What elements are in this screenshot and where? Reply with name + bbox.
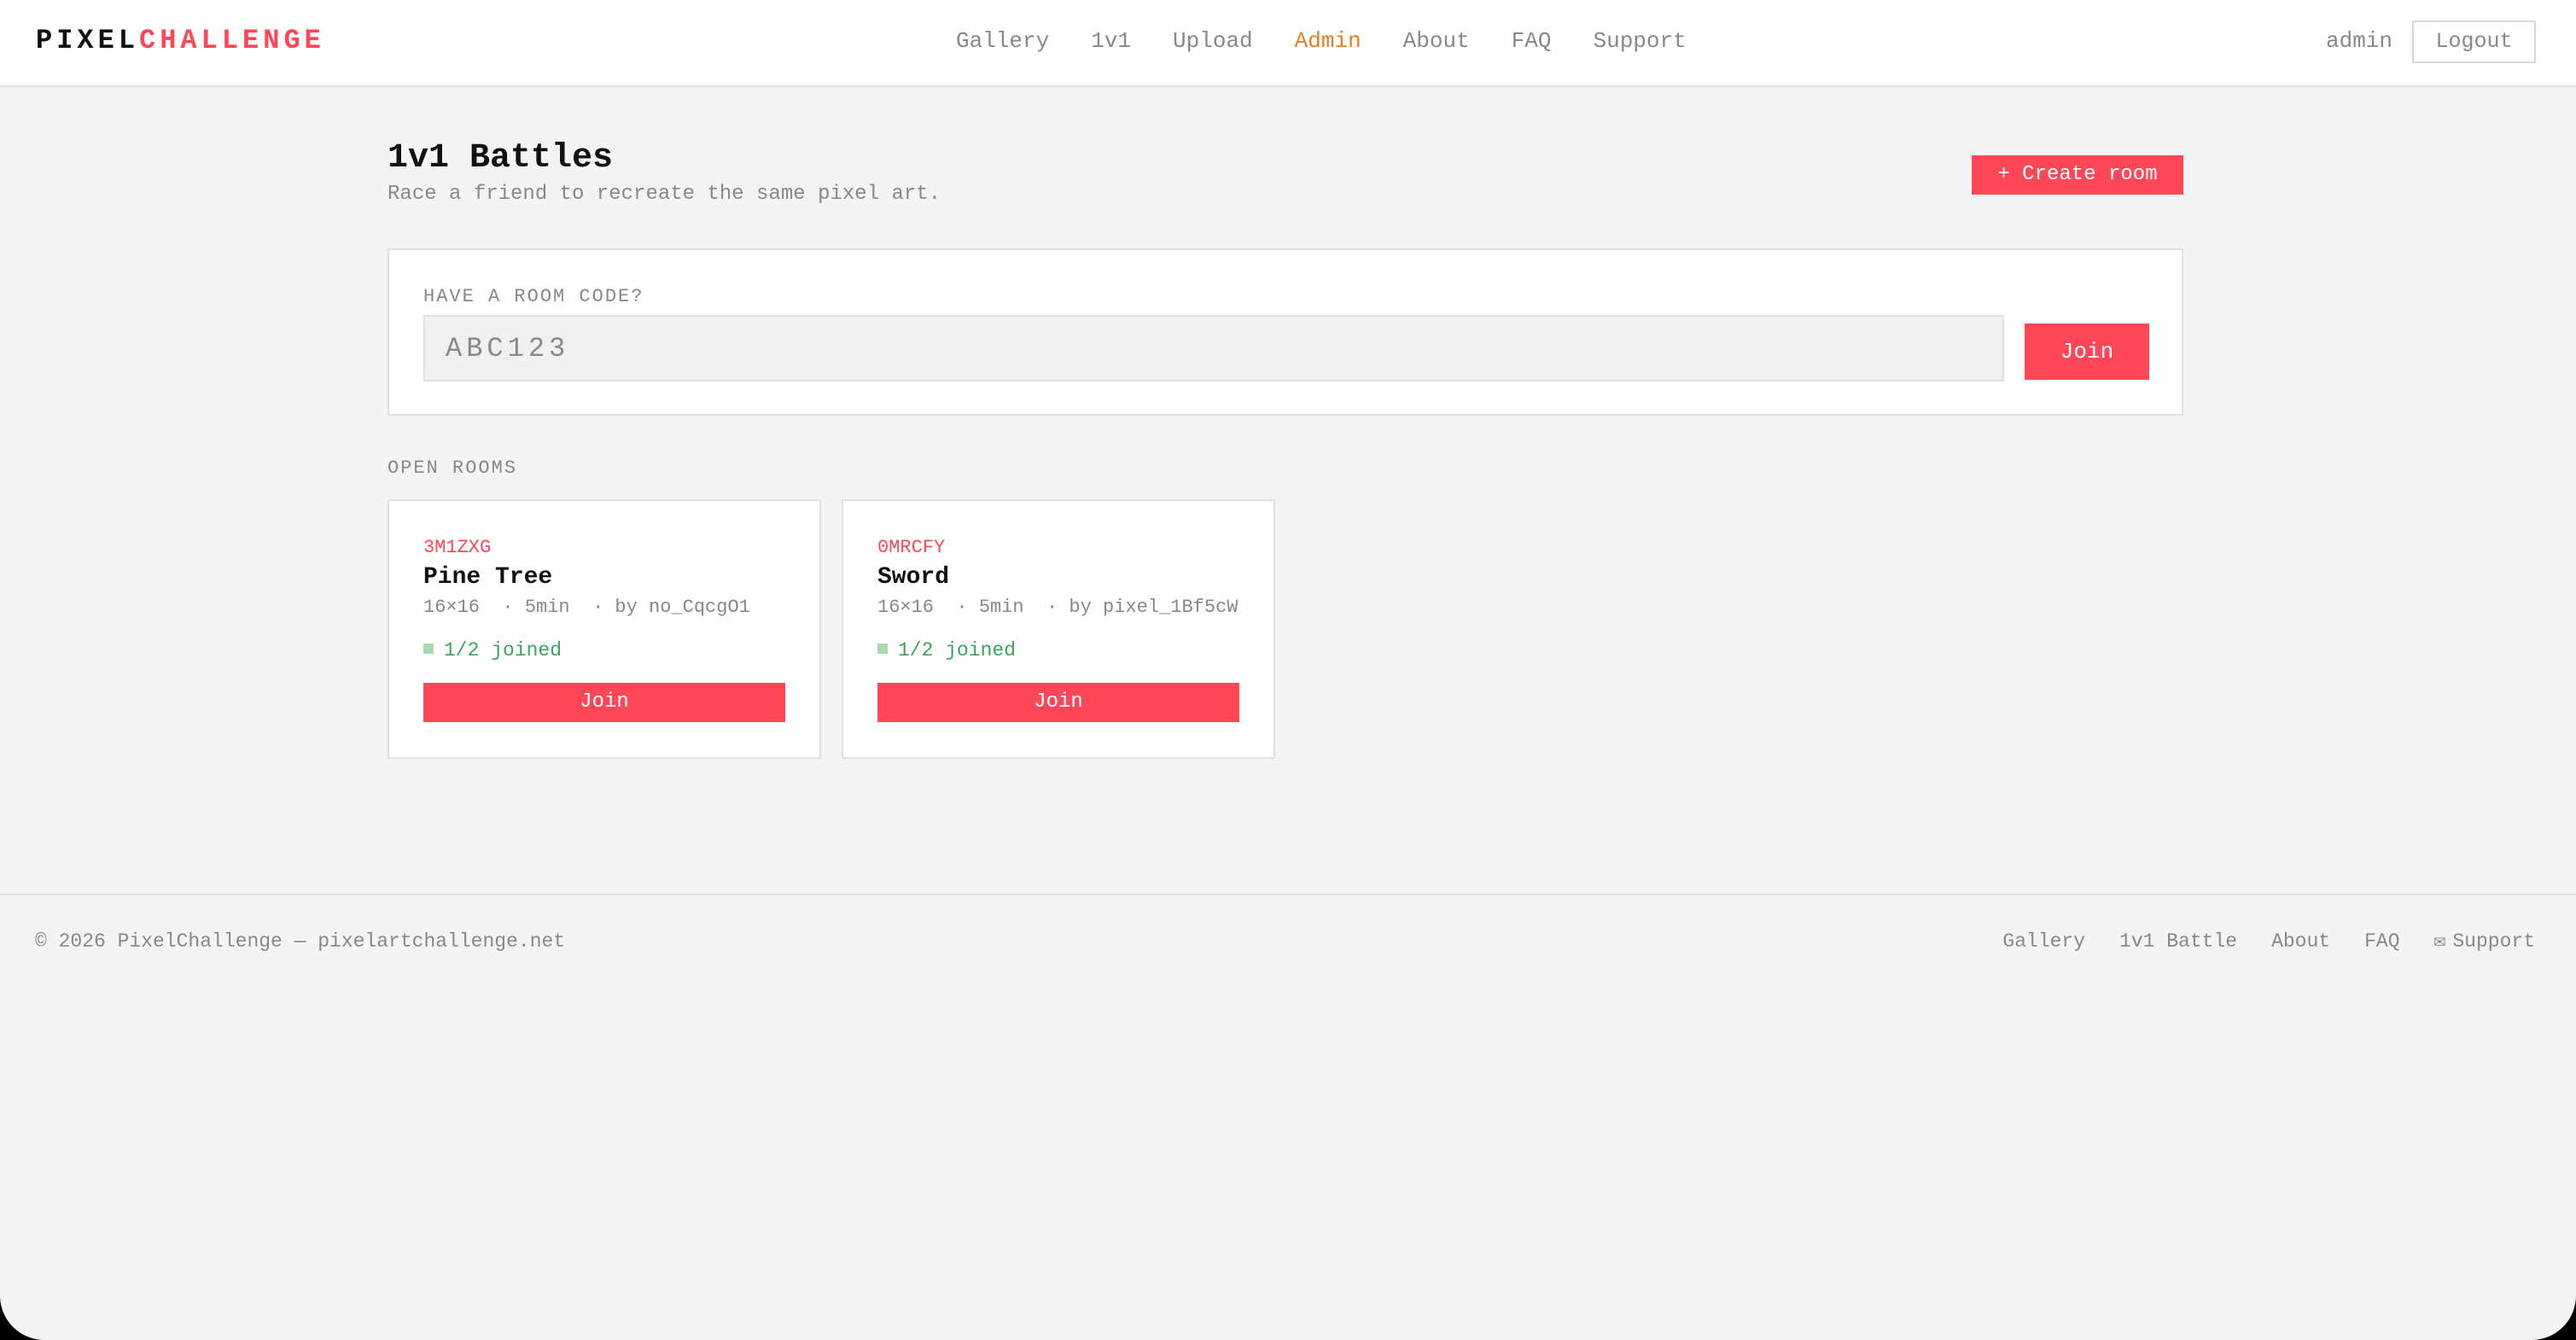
nav-faq[interactable]: FAQ xyxy=(1512,26,1552,56)
room-join-button[interactable]: Join xyxy=(877,683,1239,722)
room-code: 0MRCFY xyxy=(877,537,946,558)
app-window: PIXELCHALLENGE Gallery 1v1 Upload Admin … xyxy=(0,0,2576,1340)
top-navbar: PIXELCHALLENGE Gallery 1v1 Upload Admin … xyxy=(0,0,2576,87)
logo-text-pixel: PIXEL xyxy=(36,25,140,56)
room-status-text: 1/2 joined xyxy=(444,639,562,661)
room-meta: 16×16 · 5min · by no_CqcgO1 xyxy=(423,597,750,618)
status-dot-icon xyxy=(423,644,434,654)
main-nav: Gallery 1v1 Upload Admin About FAQ Suppo… xyxy=(956,26,1687,56)
footer-nav: Gallery 1v1 Battle About FAQ ✉ Support xyxy=(2002,929,2535,954)
room-code-join-button[interactable]: Join xyxy=(2025,323,2149,380)
room-code-panel: HAVE A ROOM CODE? Join xyxy=(388,248,2183,416)
footer-link-support-label: Support xyxy=(2452,930,2535,953)
open-rooms-heading: OPEN ROOMS xyxy=(388,457,518,479)
room-code-label: HAVE A ROOM CODE? xyxy=(423,286,644,307)
room-status: 1/2 joined xyxy=(423,638,562,663)
footer-copyright: © 2026 PixelChallenge — pixelartchalleng… xyxy=(35,930,566,953)
current-user: admin xyxy=(2326,28,2393,54)
nav-admin[interactable]: Admin xyxy=(1295,26,1361,56)
status-dot-icon xyxy=(877,644,888,654)
nav-about[interactable]: About xyxy=(1403,26,1470,56)
room-card: 0MRCFY Sword 16×16 · 5min · by pixel_1Bf… xyxy=(842,499,1275,759)
footer-link-1v1-battle[interactable]: 1v1 Battle xyxy=(2119,929,2237,954)
room-title: Pine Tree xyxy=(423,564,553,591)
room-card: 3M1ZXG Pine Tree 16×16 · 5min · by no_Cq… xyxy=(388,499,821,759)
mail-icon: ✉ xyxy=(2433,930,2446,953)
nav-upload[interactable]: Upload xyxy=(1173,26,1253,56)
logo-text-challenge: CHALLENGE xyxy=(139,25,325,56)
footer-divider xyxy=(0,894,2576,895)
page-subtitle: Race a friend to recreate the same pixel… xyxy=(388,183,941,206)
room-status: 1/2 joined xyxy=(877,638,1016,663)
footer-link-about[interactable]: About xyxy=(2271,929,2330,954)
footer-link-support[interactable]: ✉ Support xyxy=(2434,929,2535,954)
site-logo[interactable]: PIXELCHALLENGE xyxy=(36,24,325,58)
page-title: 1v1 Battles xyxy=(388,139,614,178)
nav-support[interactable]: Support xyxy=(1594,26,1687,56)
room-meta: 16×16 · 5min · by pixel_1Bf5cW xyxy=(877,597,1238,618)
footer-link-faq[interactable]: FAQ xyxy=(2364,929,2399,954)
room-code: 3M1ZXG xyxy=(423,537,492,558)
room-title: Sword xyxy=(877,564,950,591)
footer-link-gallery[interactable]: Gallery xyxy=(2002,929,2085,954)
room-status-text: 1/2 joined xyxy=(898,639,1017,661)
logout-button[interactable]: Logout xyxy=(2412,20,2536,63)
nav-1v1[interactable]: 1v1 xyxy=(1091,26,1131,56)
nav-gallery[interactable]: Gallery xyxy=(956,26,1049,56)
room-code-input[interactable] xyxy=(423,315,2004,382)
room-join-button[interactable]: Join xyxy=(423,683,785,722)
create-room-button[interactable]: + Create room xyxy=(1972,155,2183,195)
